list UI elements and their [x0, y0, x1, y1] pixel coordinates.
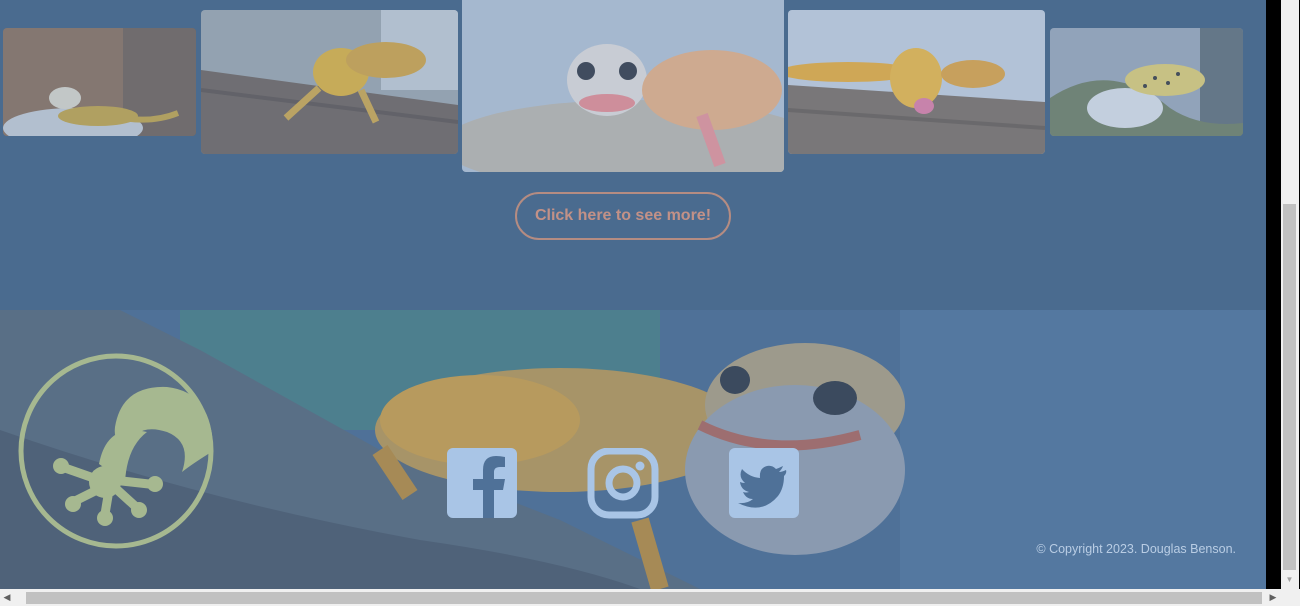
scroll-left-arrow-icon[interactable]: ◀ — [0, 590, 14, 604]
scroll-down-arrow-icon[interactable]: ▼ — [1283, 574, 1296, 586]
page-viewport: Click here to see more! © Copyright 2023… — [0, 0, 1266, 589]
gallery-image-2[interactable] — [201, 10, 458, 154]
copyright-text: © Copyright 2023. Douglas Benson. — [1036, 542, 1236, 556]
scroll-right-arrow-icon[interactable]: ▶ — [1266, 590, 1280, 604]
gallery-section: Click here to see more! — [0, 0, 1266, 310]
gallery-image-3-featured[interactable] — [462, 0, 784, 172]
twitter-icon[interactable] — [728, 448, 800, 520]
gallery-image-1[interactable] — [3, 28, 196, 136]
gecko-foot-logo-icon[interactable] — [17, 352, 215, 550]
gallery-image-4[interactable] — [788, 10, 1045, 154]
gallery-image-5[interactable] — [1050, 28, 1243, 136]
instagram-icon[interactable] — [587, 447, 659, 520]
facebook-icon[interactable] — [446, 448, 518, 520]
vertical-scrollbar-thumb[interactable] — [1283, 204, 1296, 570]
horizontal-scrollbar-thumb[interactable] — [26, 592, 1262, 604]
see-more-button[interactable]: Click here to see more! — [515, 192, 731, 240]
